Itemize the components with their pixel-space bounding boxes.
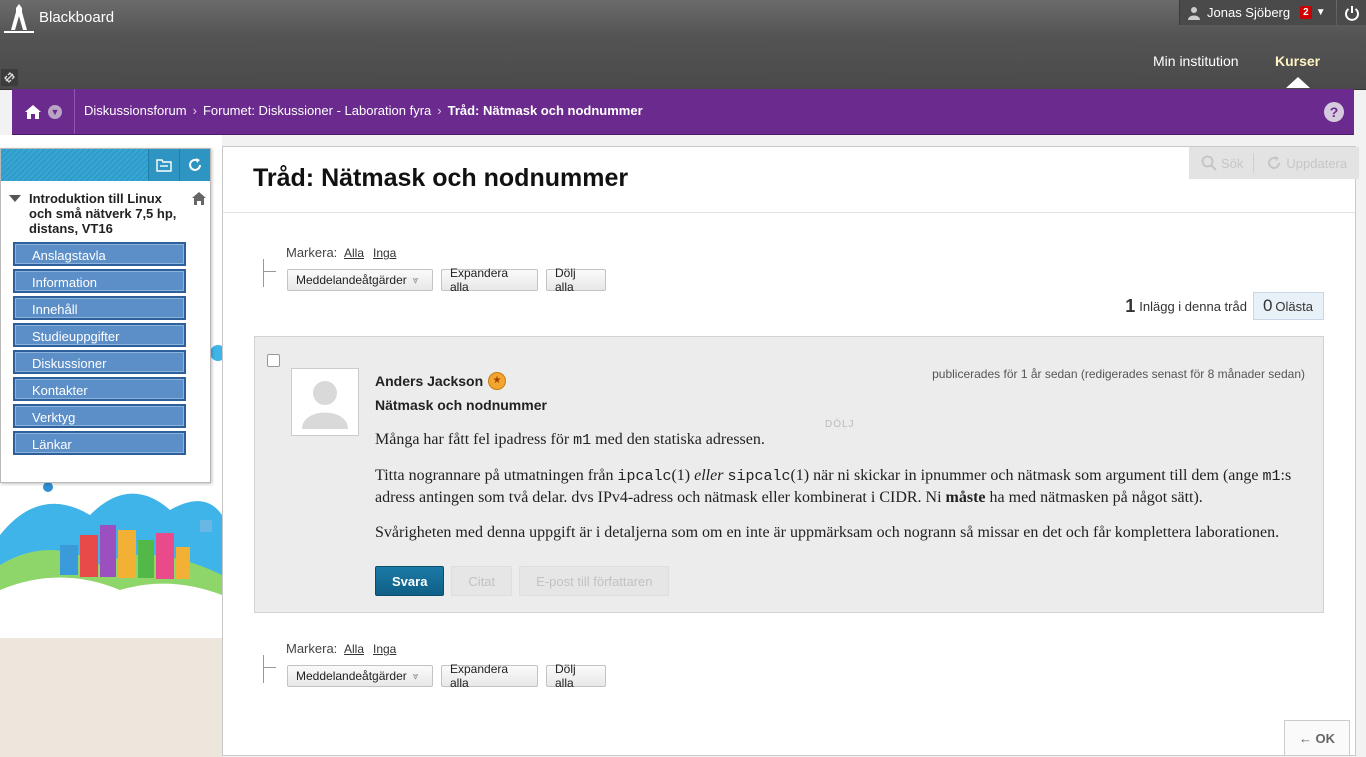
unread-label: Olästa [1275, 298, 1313, 314]
breadcrumb-separator: › [437, 103, 442, 118]
tab-kurser[interactable]: Kurser [1275, 53, 1320, 69]
course-menu: Introduktion till Linux och små nätverk … [0, 148, 211, 483]
post-paragraph: Svårigheten med denna uppgift är i detal… [375, 524, 1280, 541]
refresh-menu-button[interactable] [179, 149, 210, 181]
user-icon [1188, 6, 1200, 20]
course-menu-item-diskussioner[interactable]: Diskussioner [13, 350, 186, 374]
expand-all-button[interactable]: Expandera alla [441, 266, 538, 294]
course-menu-item-anslagstavla[interactable]: Anslagstavla [13, 242, 186, 266]
refresh-label: Uppdatera [1286, 155, 1348, 171]
logout-button[interactable] [1337, 0, 1366, 25]
unread-count: 0 [1262, 296, 1273, 315]
post-select-checkbox[interactable] [267, 354, 280, 367]
post: Anders Jackson ★ publicerades för 1 år s… [254, 336, 1324, 613]
pattern-background [0, 638, 222, 757]
link-icon[interactable] [1, 69, 18, 86]
course-menu-item-verktyg[interactable]: Verktyg [13, 404, 186, 428]
folder-view-button[interactable] [148, 149, 179, 181]
refresh-icon [1268, 156, 1281, 169]
page-title: Tråd: Nätmask och nodnummer [253, 164, 629, 192]
course-title[interactable]: Introduktion till Linux och små nätverk … [29, 191, 176, 236]
chevron-down-icon: ⩔ [412, 274, 419, 286]
course-menu-item-studieuppgifter[interactable]: Studieuppgifter [13, 323, 186, 347]
quote-button[interactable]: Citat [451, 566, 513, 596]
email-author-button[interactable]: E-post till författaren [519, 566, 670, 596]
collapse-all-button[interactable]: Dölj alla [546, 662, 606, 690]
course-menu-item-lankar[interactable]: Länkar [13, 431, 186, 455]
post-count: 1 [1125, 295, 1136, 316]
collapse-all-button[interactable]: Dölj alla [546, 266, 606, 294]
collapse-triangle-icon[interactable] [9, 195, 21, 202]
post-timestamp: publicerades för 1 år sedan (redigerades… [932, 367, 1305, 381]
post-body: Många har fått fel ipadress för m1 med d… [375, 429, 1310, 557]
search-button[interactable]: Sök [1201, 155, 1243, 171]
post-paragraph: Många har fått fel ipadress för m1 med d… [375, 431, 765, 449]
message-actions-button[interactable]: Meddelandeåtgärder ⩔ [287, 665, 433, 687]
user-name: Jonas Sjöberg [1207, 5, 1291, 20]
tree-arrow [263, 655, 276, 683]
active-tab-indicator [1286, 77, 1310, 88]
refresh-icon [189, 158, 201, 171]
message-actions-label: Meddelandeåtgärder [296, 669, 407, 683]
breadcrumb-home[interactable]: ▼ [12, 89, 75, 134]
post-actions: Svara Citat E-post till författaren [375, 566, 670, 596]
select-none-link[interactable]: Inga [373, 246, 396, 260]
post-paragraph: Titta nogrannare på utmatningen från ipc… [375, 467, 1292, 506]
expand-all-button[interactable]: Expandera alla [441, 662, 538, 690]
course-menu-item-information[interactable]: Information [13, 269, 186, 293]
breadcrumb-forum-list[interactable]: Diskussionsforum [84, 103, 187, 118]
select-bar-top: Markera: Alla Inga Meddelandeåtgärder ⩔ E… [263, 245, 623, 295]
breadcrumb-separator: › [192, 103, 197, 118]
breadcrumb-forum[interactable]: Forumet: Diskussioner - Laboration fyra [203, 103, 431, 118]
divider [1253, 153, 1255, 173]
breadcrumb-current: Tråd: Nätmask och nodnummer [447, 103, 643, 118]
message-actions-button[interactable]: Meddelandeåtgärder ⩔ [287, 269, 433, 291]
breadcrumb: ▼ Diskussionsforum › Forumet: Diskussioner… [12, 89, 1354, 135]
course-menu-header [1, 149, 210, 181]
header-tools: Sök Uppdatera [1189, 147, 1359, 179]
user-menu[interactable]: Jonas Sjöberg 2 ▼ [1179, 0, 1336, 25]
page-header: Tråd: Nätmask och nodnummer Sök Uppdater… [223, 147, 1359, 213]
message-actions-label: Meddelandeåtgärder [296, 273, 407, 287]
top-header: Blackboard Jonas Sjöberg 2 ▼ Min institu… [0, 0, 1366, 90]
select-all-link[interactable]: Alla [344, 246, 364, 260]
post-author[interactable]: Anders Jackson [375, 373, 483, 389]
ok-button[interactable]: ← OK [1284, 720, 1350, 756]
search-icon [1201, 155, 1217, 171]
course-menu-item-kontakter[interactable]: Kontakter [13, 377, 186, 401]
home-icon[interactable] [191, 191, 207, 207]
tree-arrow [263, 259, 276, 287]
select-all-link[interactable]: Alla [344, 642, 364, 656]
reply-button[interactable]: Svara [375, 566, 445, 596]
post-subject: Nätmask och nodnummer [375, 397, 547, 413]
home-icon[interactable] [24, 104, 42, 120]
notification-badge[interactable]: 2 [1300, 6, 1312, 19]
select-none-link[interactable]: Inga [373, 642, 396, 656]
folder-icon [156, 159, 172, 172]
search-label: Sök [1221, 155, 1244, 171]
select-bar-bottom: Markera: Alla Inga Meddelandeåtgärder ⩔ E… [263, 641, 623, 691]
select-label: Markera: [286, 245, 338, 260]
star-badge-icon: ★ [488, 372, 506, 390]
help-icon[interactable]: ? [1324, 102, 1344, 122]
content-panel: Tråd: Nätmask och nodnummer Sök Uppdater… [222, 146, 1359, 756]
refresh-button[interactable]: Uppdatera [1266, 155, 1347, 171]
thread-count: 1 Inlägg i denna tråd 0 Olästa [1125, 292, 1324, 320]
chevron-down-icon[interactable]: ▼ [1316, 7, 1326, 18]
chevron-down-icon[interactable]: ▼ [48, 104, 62, 119]
chevron-down-icon: ⩔ [412, 670, 419, 682]
tab-min-institution[interactable]: Min institution [1153, 53, 1239, 69]
brand-name[interactable]: Blackboard [39, 9, 114, 26]
avatar [291, 368, 359, 436]
institution-logo[interactable] [2, 2, 36, 36]
unread-count-box[interactable]: 0 Olästa [1252, 292, 1324, 320]
course-menu-item-innehall[interactable]: Innehåll [13, 296, 186, 320]
power-icon [1344, 5, 1359, 21]
select-label: Markera: [286, 641, 338, 656]
post-count-label: Inlägg i denna tråd [1139, 298, 1247, 314]
